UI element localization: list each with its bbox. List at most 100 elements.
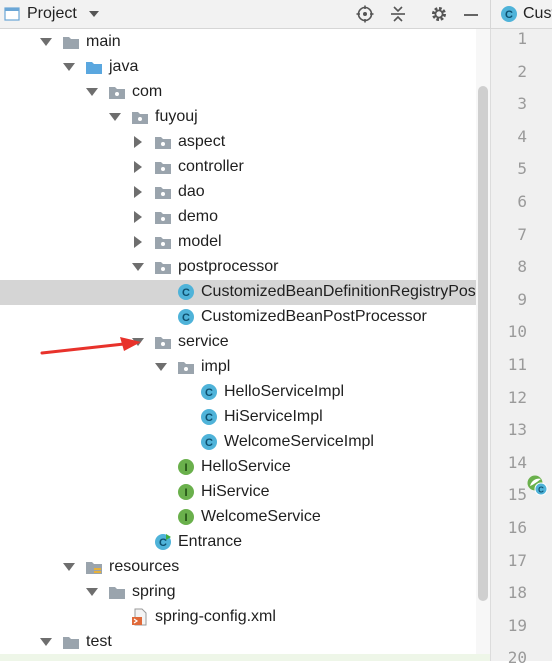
expand-arrow-down-icon[interactable]	[40, 638, 52, 646]
package-icon	[155, 212, 171, 224]
target-icon[interactable]	[356, 5, 374, 23]
folder-icon	[63, 637, 79, 649]
folder-icon	[109, 587, 125, 599]
tree-row[interactable]: I WelcomeService	[0, 505, 490, 530]
project-view-title[interactable]: Project	[27, 5, 77, 23]
tree-row[interactable]: com	[0, 80, 490, 105]
tree-item-label: demo	[178, 208, 219, 225]
expand-arrow-down-icon[interactable]	[63, 563, 75, 571]
expand-arrow-down-icon[interactable]	[40, 38, 52, 46]
line-number: 18	[507, 583, 527, 603]
scrollbar-thumb[interactable]	[478, 86, 488, 601]
package-icon	[155, 237, 171, 249]
class-icon: C	[178, 309, 194, 325]
expand-arrow-down-icon[interactable]	[86, 88, 98, 96]
tree-row[interactable]: I HelloService	[0, 455, 490, 480]
tree-row[interactable]: C HiServiceImpl	[0, 405, 490, 430]
collapse-all-icon[interactable]	[389, 5, 407, 23]
svg-text:C: C	[182, 312, 190, 324]
tree-row[interactable]: spring	[0, 580, 490, 605]
minimize-icon[interactable]	[462, 5, 480, 23]
tree-item-label: WelcomeService	[201, 508, 321, 525]
tree-row[interactable]: C CustomizedBeanDefinitionRegistryPostP	[0, 280, 490, 305]
tree-row[interactable]: impl	[0, 355, 490, 380]
tree-item-label: Entrance	[178, 533, 243, 550]
expand-arrow-right-icon[interactable]	[134, 211, 142, 223]
interface-icon: I	[178, 484, 194, 500]
line-number: 9	[517, 289, 527, 309]
expand-arrow-right-icon[interactable]	[134, 136, 142, 148]
line-number: 17	[507, 550, 527, 570]
tree-item-label: CustomizedBeanPostProcessor	[201, 308, 427, 325]
line-number: 13	[507, 420, 527, 440]
tree-item-label: model	[178, 233, 222, 250]
tree-item-label: HelloService	[201, 458, 291, 475]
package-icon	[155, 137, 171, 149]
svg-text:C: C	[205, 437, 213, 449]
editor-tab-label: Cust	[523, 5, 552, 22]
line-number: 12	[507, 387, 527, 407]
expand-arrow-right-icon[interactable]	[134, 161, 142, 173]
project-toolbar: Project	[0, 0, 490, 29]
tree-row[interactable]: aspect	[0, 130, 490, 155]
tree-row[interactable]: C WelcomeServiceImpl	[0, 430, 490, 455]
tree-item-label: controller	[178, 158, 244, 175]
class-icon: C	[178, 284, 194, 300]
tree-row[interactable]: test	[0, 630, 490, 655]
tree-row[interactable]: I HiService	[0, 480, 490, 505]
tree-item-label: aspect	[178, 133, 226, 150]
package-icon	[155, 187, 171, 199]
tree-row[interactable]: resources	[0, 555, 490, 580]
tree-row[interactable]: demo	[0, 205, 490, 230]
package-icon	[155, 262, 171, 274]
expand-arrow-down-icon[interactable]	[109, 113, 121, 121]
tree-row[interactable]: java	[0, 55, 490, 80]
expand-arrow-right-icon[interactable]	[134, 236, 142, 248]
tree-row[interactable]: C HelloServiceImpl	[0, 380, 490, 405]
project-window-icon	[4, 7, 20, 21]
tree-row[interactable]: model	[0, 230, 490, 255]
line-number: 2	[517, 61, 527, 81]
line-number: 11	[507, 355, 527, 374]
gear-icon[interactable]	[430, 5, 448, 23]
line-number: 19	[507, 615, 527, 635]
expand-arrow-down-icon[interactable]	[63, 63, 75, 71]
tree-item-label: dao	[178, 183, 205, 200]
package-icon	[178, 362, 194, 374]
tree-row[interactable]: main	[0, 30, 490, 55]
tree-row[interactable]: fuyouj	[0, 105, 490, 130]
tree-row[interactable]: spring-config.xml	[0, 605, 490, 630]
annotation-arrow-icon	[40, 337, 141, 355]
expand-arrow-down-icon[interactable]	[132, 263, 144, 271]
tree-row[interactable]: C Entrance	[0, 530, 490, 555]
chevron-down-icon[interactable]	[89, 11, 99, 17]
tree-row[interactable]: dao	[0, 180, 490, 205]
tree-row[interactable]: controller	[0, 155, 490, 180]
tree-row[interactable]: postprocessor	[0, 255, 490, 280]
line-number: 20	[507, 648, 527, 667]
tree-row[interactable]: C CustomizedBeanPostProcessor	[0, 305, 490, 330]
tree-item-label: main	[86, 33, 121, 50]
resources-folder-icon	[86, 562, 102, 574]
line-number: 1	[517, 29, 527, 48]
package-icon	[132, 112, 148, 124]
folder-icon	[63, 37, 79, 49]
spring-bean-gutter-icon[interactable]: C	[526, 474, 548, 496]
expand-arrow-down-icon[interactable]	[86, 588, 98, 596]
tree-item-label: HiService	[201, 483, 270, 500]
svg-text:C: C	[159, 537, 167, 549]
expand-arrow-right-icon[interactable]	[134, 186, 142, 198]
interface-icon: I	[178, 459, 194, 475]
line-number: 14	[507, 452, 527, 472]
line-number: 15	[507, 485, 527, 505]
tree-item-label: CustomizedBeanDefinitionRegistryPostP	[201, 283, 490, 300]
line-number: 4	[517, 126, 527, 146]
tree-item-label: impl	[201, 358, 231, 375]
editor-gutter: 1 2 3 4 5 6 7 8 9 10 11 12 13 14 15 16 17 18 19 20	[490, 29, 552, 667]
editor-tab[interactable]: C Cust	[490, 0, 552, 29]
tree-item-label: service	[178, 333, 229, 350]
tree-item-label: WelcomeServiceImpl	[224, 433, 374, 450]
svg-text:C: C	[505, 9, 513, 21]
bottom-strip	[0, 654, 490, 661]
expand-arrow-down-icon[interactable]	[155, 363, 167, 371]
